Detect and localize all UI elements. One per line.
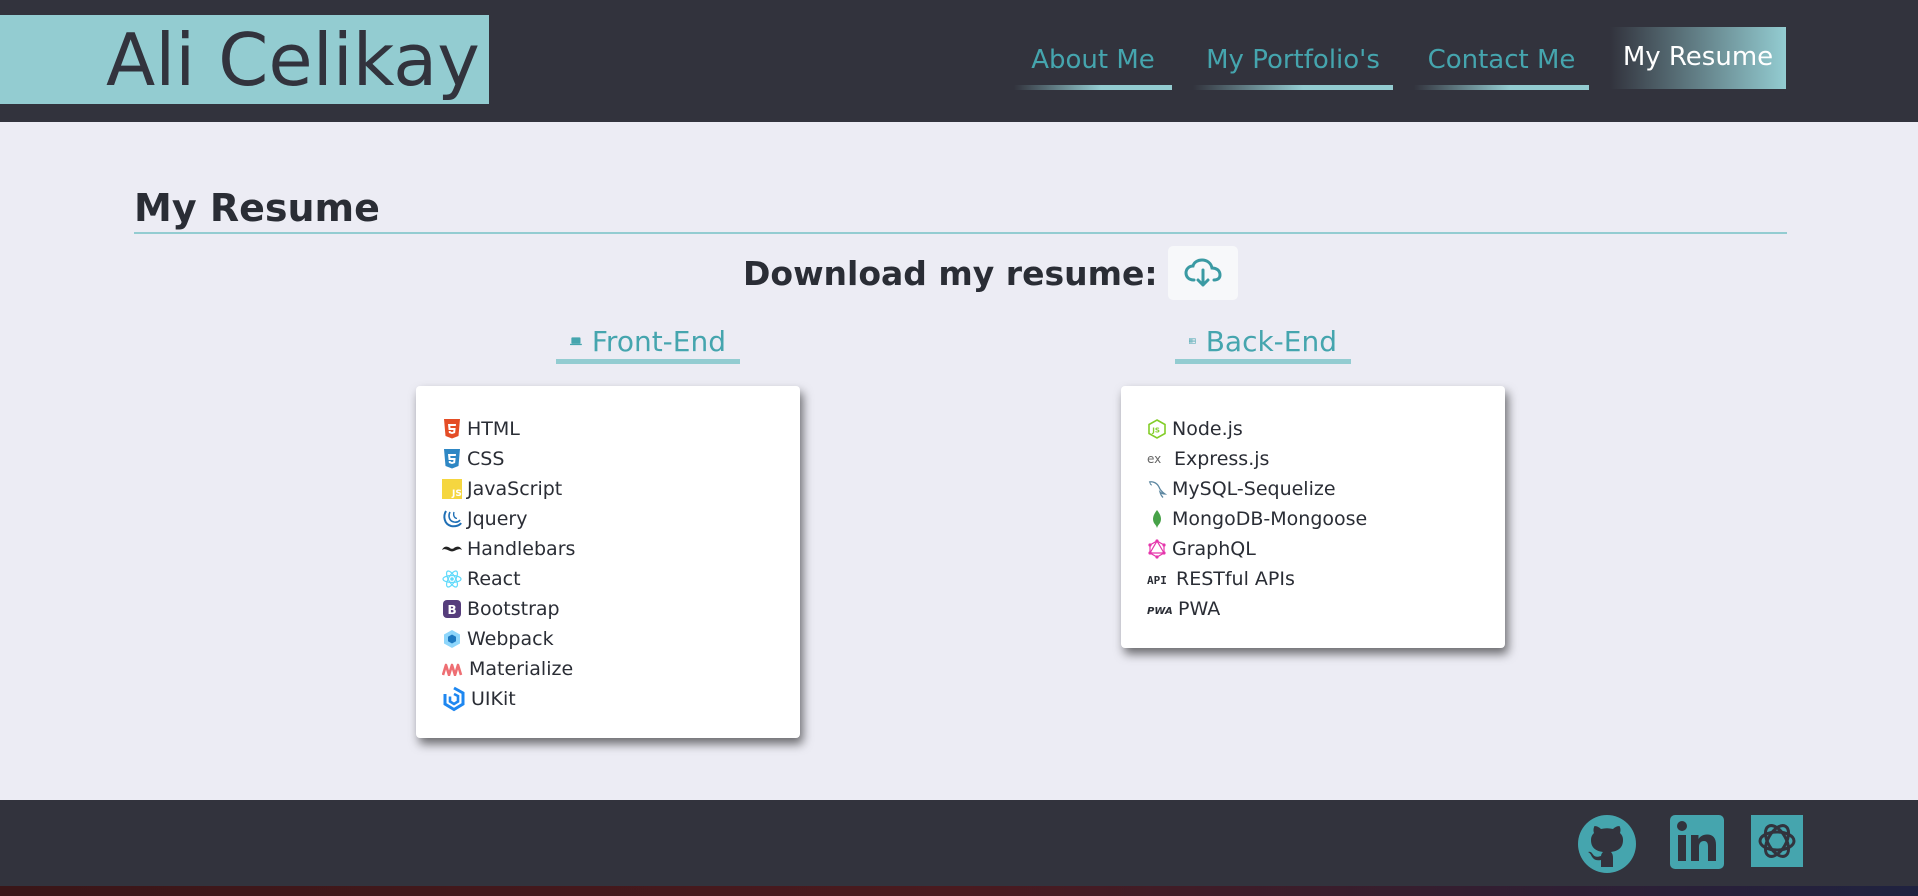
skill-label: CSS [467,448,505,470]
brand-logo[interactable]: Ali Celikay [0,15,489,104]
pwa-icon: PWA [1147,599,1173,619]
frontend-underline [556,359,740,364]
list-item: HTML [442,414,575,444]
skill-label: Jquery [467,508,528,530]
list-item: MongoDB-Mongoose [1147,504,1367,534]
skill-label: MongoDB-Mongoose [1172,508,1368,530]
uikit-icon [442,686,466,712]
skill-label: Bootstrap [467,598,560,620]
list-item: API RESTful APIs [1147,564,1367,594]
backend-heading-label: Back-End [1205,324,1337,358]
github-link[interactable] [1578,815,1636,873]
nav-about-me-label: About Me [1031,45,1155,75]
mongodb-icon [1147,509,1167,529]
svg-text:JS: JS [451,489,462,499]
skill-label: MySQL-Sequelize [1172,478,1336,500]
bootstrap-icon: B [442,599,462,619]
site-header: Ali Celikay About Me My Portfolio's Cont… [0,0,1918,122]
skill-label: Handlebars [467,538,576,560]
download-label: Download my resume: [743,253,1158,293]
list-item: Handlebars [442,534,575,564]
list-item: B Bootstrap [442,594,575,624]
graphql-icon [1147,539,1167,559]
svg-text:API: API [1147,574,1167,586]
svg-text:B: B [448,603,457,617]
list-item: GraphQL [1147,534,1367,564]
bottom-strip [0,886,1918,896]
svg-text:JS: JS [1151,427,1160,435]
javascript-icon: JS [442,479,462,499]
skill-label: Node.js [1172,418,1243,440]
list-item: Materialize [442,654,575,684]
skill-label: Express.js [1174,448,1270,470]
nav-underline [1414,85,1589,90]
nav-contact-me-label: Contact Me [1427,45,1576,75]
express-icon: ex [1147,449,1169,469]
api-icon: API [1147,569,1171,589]
title-divider [134,232,1787,234]
nav-about-me[interactable]: About Me [1014,30,1172,90]
cloud-download-icon [1184,258,1222,287]
nav-underline [1193,85,1393,90]
page-title: My Resume [134,186,380,230]
svg-text:ex: ex [1147,452,1161,466]
list-item: JS JavaScript [442,474,575,504]
sketch-icon [1751,815,1803,867]
nav-my-portfolios-label: My Portfolio's [1206,45,1380,75]
list-item: ex Express.js [1147,444,1367,474]
skill-label: Webpack [467,628,554,650]
skill-label: HTML [467,418,520,440]
brand-name[interactable]: Ali Celikay [106,17,480,103]
skill-label: JavaScript [467,478,563,500]
download-resume-row: Download my resume: [743,246,1238,300]
mysql-icon [1147,479,1167,499]
list-item: React [442,564,575,594]
download-resume-button[interactable] [1167,246,1238,300]
server-icon [1189,338,1196,344]
nav-my-resume[interactable]: My Resume [1610,27,1786,89]
css3-icon [442,449,462,469]
list-item: Webpack [442,624,575,654]
svg-text:PWA: PWA [1147,606,1173,616]
laptop-icon [570,337,582,346]
react-icon [442,569,462,589]
skill-label: PWA [1178,598,1221,620]
skill-label: RESTful APIs [1176,568,1295,590]
frontend-heading: Front-End [556,318,740,364]
sketch-link[interactable] [1751,815,1803,867]
list-item: UIKit [442,684,575,714]
nav-my-resume-label: My Resume [1622,42,1774,72]
frontend-skills-card: HTML CSS JS JavaScript Jquery Handlebars [416,386,800,738]
webpack-icon [442,629,462,649]
frontend-heading-label: Front-End [591,324,726,358]
skill-label: UIKit [471,688,516,710]
backend-skills-card: JS Node.js ex Express.js MySQL-Sequelize… [1121,386,1505,648]
html5-icon [442,419,462,439]
nodejs-icon: JS [1147,419,1167,439]
nav-underline [1014,85,1172,90]
nav-my-portfolios[interactable]: My Portfolio's [1193,30,1393,90]
list-item: JS Node.js [1147,414,1367,444]
jquery-icon [442,509,462,529]
list-item: PWA PWA [1147,594,1367,624]
github-icon [1578,815,1636,873]
handlebars-icon [442,539,462,559]
skill-label: React [467,568,521,590]
list-item: Jquery [442,504,575,534]
linkedin-link[interactable] [1670,815,1724,869]
nav-contact-me[interactable]: Contact Me [1414,30,1589,90]
list-item: CSS [442,444,575,474]
backend-underline [1175,359,1351,364]
linkedin-icon [1670,815,1724,869]
skill-label: Materialize [469,658,574,680]
backend-heading: Back-End [1175,318,1351,364]
skill-label: GraphQL [1172,538,1256,560]
list-item: MySQL-Sequelize [1147,474,1367,504]
materialize-icon [442,659,464,679]
